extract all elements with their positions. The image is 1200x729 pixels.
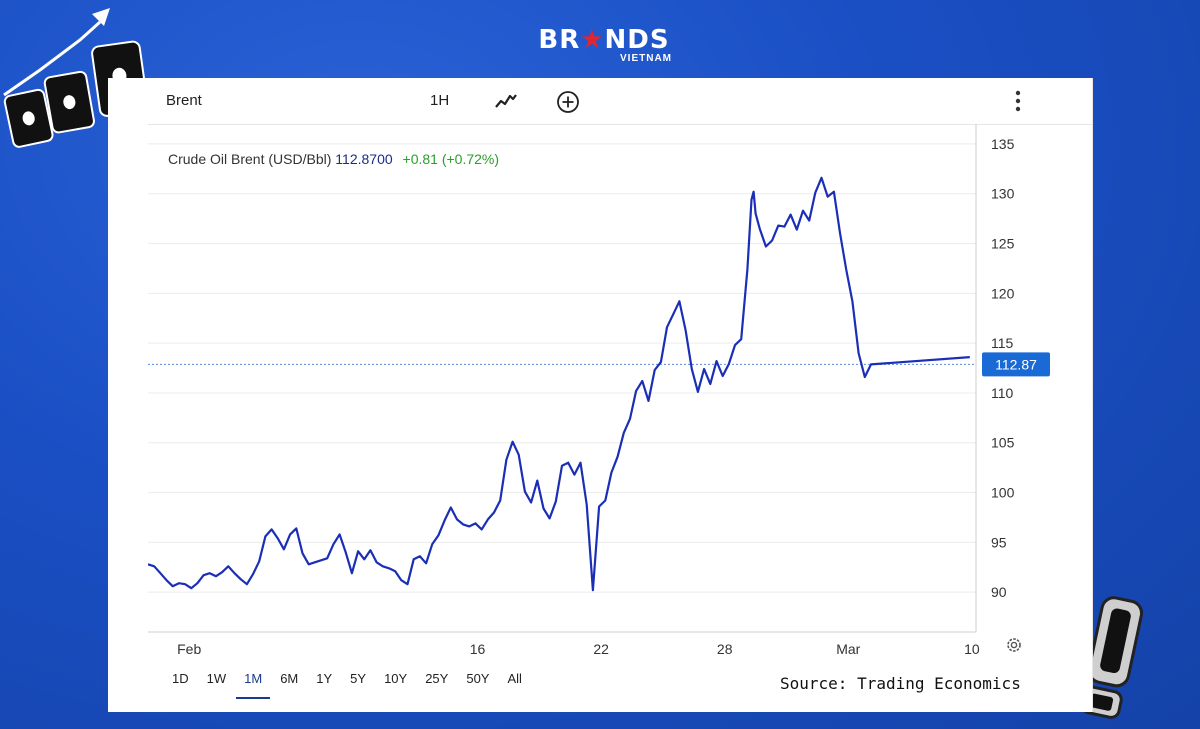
x-tick-label: 10 bbox=[964, 641, 980, 657]
chart-panel: Brent 1H 90 95 100 105 110 115 120 125 130 135 bbox=[108, 78, 1093, 712]
interval-button[interactable]: 1H bbox=[430, 92, 449, 109]
gear-icon[interactable] bbox=[1005, 636, 1023, 654]
range-button-1y[interactable]: 1Y bbox=[316, 670, 332, 700]
range-button-5y[interactable]: 5Y bbox=[350, 670, 366, 700]
svg-text:112.87: 112.87 bbox=[995, 356, 1037, 372]
y-tick-label: 115 bbox=[991, 335, 1014, 351]
chart-legend: Crude Oil Brent (USD/Bbl) 112.8700 +0.81… bbox=[165, 150, 503, 168]
chart-grid bbox=[148, 143, 976, 593]
range-button-6m[interactable]: 6M bbox=[280, 670, 298, 700]
range-button-1d[interactable]: 1D bbox=[172, 670, 189, 700]
x-tick-label: 22 bbox=[593, 641, 609, 657]
line-chart-icon[interactable] bbox=[493, 90, 519, 112]
legend-price: 112.8700 bbox=[335, 151, 393, 167]
y-tick-label: 100 bbox=[991, 485, 1015, 501]
y-tick-label: 125 bbox=[991, 236, 1015, 252]
plus-circle-icon[interactable] bbox=[556, 90, 580, 114]
legend-change: +0.81 (+0.72%) bbox=[402, 151, 500, 167]
brand-logo: BR★NDS VIETNAM bbox=[538, 25, 672, 64]
range-button-1w[interactable]: 1W bbox=[207, 670, 227, 700]
range-button-50y[interactable]: 50Y bbox=[466, 670, 489, 700]
y-tick-label: 120 bbox=[991, 285, 1015, 301]
range-button-all[interactable]: All bbox=[507, 670, 521, 700]
price-tag: 112.87 bbox=[982, 352, 1050, 377]
chart-toolbar: Brent 1H bbox=[148, 78, 1092, 125]
legend-name: Crude Oil Brent (USD/Bbl) bbox=[168, 151, 332, 167]
x-tick-label: 16 bbox=[470, 641, 486, 657]
time-range-selector: 1D 1W 1M 6M 1Y 5Y 10Y 25Y 50Y All bbox=[172, 670, 540, 700]
price-chart[interactable]: 90 95 100 105 110 115 120 125 130 135 Feb 16 22 28 Ma… bbox=[148, 124, 1092, 664]
y-tick-label: 105 bbox=[991, 435, 1015, 451]
source-caption: Source: Trading Economics bbox=[778, 674, 1023, 693]
x-tick-label: Feb bbox=[177, 641, 201, 657]
range-button-10y[interactable]: 10Y bbox=[384, 670, 407, 700]
y-tick-label: 130 bbox=[991, 186, 1015, 202]
x-tick-label: 28 bbox=[717, 641, 733, 657]
y-tick-label: 110 bbox=[991, 385, 1014, 401]
range-button-25y[interactable]: 25Y bbox=[425, 670, 448, 700]
x-tick-label: Mar bbox=[836, 641, 860, 657]
range-button-1m[interactable]: 1M bbox=[236, 670, 271, 700]
chart-card: Brent 1H 90 95 100 105 110 115 120 125 130 135 bbox=[148, 78, 1093, 712]
vertical-dots-icon[interactable] bbox=[1012, 88, 1024, 114]
brent-price-line bbox=[148, 176, 970, 592]
x-axis-ticks: Feb 16 22 28 Mar 10 bbox=[177, 641, 980, 657]
symbol-label[interactable]: Brent bbox=[166, 92, 202, 109]
y-tick-label: 95 bbox=[991, 534, 1007, 550]
y-tick-label: 90 bbox=[991, 584, 1007, 600]
y-tick-label: 135 bbox=[991, 136, 1015, 152]
